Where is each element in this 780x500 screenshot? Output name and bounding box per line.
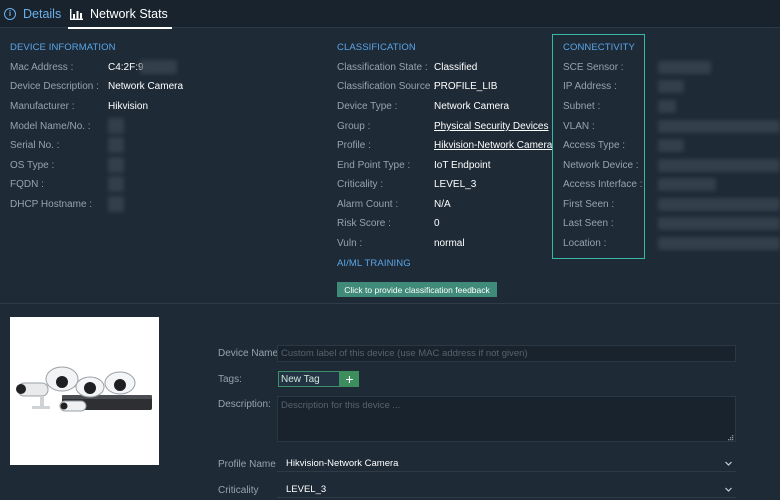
bar-chart-icon [70,8,83,20]
tab-bar: i Details Network Stats [0,0,780,29]
alarm-count-label: Alarm Count : [337,199,399,210]
redacted-sce-sensor [658,61,711,74]
redacted-access-interface [658,178,716,191]
new-tag-input[interactable]: New Tag [278,371,340,387]
sce-sensor-label: SCE Sensor : [563,62,624,73]
manufacturer-value: Hikvision [108,101,149,112]
profile-name-label: Profile Name [218,459,276,470]
profile-name-select[interactable]: Hikvision-Network Camera [277,455,736,472]
aiml-training-title: AI/ML TRAINING [337,258,411,269]
classification-feedback-button[interactable]: Click to provide classification feedback [337,282,497,297]
mac-address-value: C4:2F:9 [108,62,144,73]
connectivity-title: CONNECTIVITY [563,42,635,53]
redacted-network-device [658,159,780,172]
device-image [10,317,159,465]
redacted-vlan [658,120,780,133]
classification-source-label: Classification Source : [337,81,436,92]
profile-label: Profile : [337,140,371,151]
group-label: Group : [337,121,371,132]
risk-score-label: Risk Score : [337,218,391,229]
end-point-type-label: End Point Type : [337,160,411,171]
description-label: Description: [218,399,271,410]
chevron-down-icon [725,461,732,466]
redacted-serial-no [108,137,124,153]
device-name-input[interactable] [277,345,736,362]
redacted-ip-address [658,80,684,93]
redacted-fqdn [108,176,124,192]
last-seen-label: Last Seen : [563,218,614,229]
group-link[interactable]: Physical Security Devices [434,121,548,132]
alarm-count-value: N/A [434,199,451,210]
tab-network-stats-label: Network Stats [90,7,168,21]
dhcp-hostname-label: DHCP Hostname : [10,199,93,210]
end-point-type-value: IoT Endpoint [434,160,491,171]
mac-address-label: Mac Address : [10,62,74,73]
classification-state-label: Classification State : [337,62,428,73]
tab-details-label: Details [23,7,62,21]
subnet-label: Subnet : [563,101,601,112]
redacted-first-seen [658,198,780,211]
device-description-value: Network Camera [108,81,184,92]
manufacturer-label: Manufacturer : [10,101,75,112]
chevron-down-icon [725,487,732,492]
redacted-mac-suffix [140,60,177,74]
info-circle-icon: i [4,8,16,20]
risk-score-value: 0 [434,218,440,229]
redacted-dhcp-hostname [108,196,124,212]
classification-title: CLASSIFICATION [337,42,416,53]
tab-details[interactable]: i Details [4,0,61,28]
classification-state-value: Classified [434,62,478,73]
device-information-title: DEVICE INFORMATION [10,42,116,53]
criticality-select[interactable]: LEVEL_3 [277,481,736,498]
fqdn-label: FQDN : [10,179,44,190]
add-tag-button[interactable]: + [340,371,359,387]
os-type-label: OS Type : [10,160,55,171]
device-name-label: Device Name: [218,348,281,359]
vuln-value: normal [434,238,465,249]
section-divider [0,303,780,304]
profile-link[interactable]: Hikvision-Network Camera [434,140,552,151]
resize-grip-icon[interactable] [728,435,734,441]
first-seen-label: First Seen : [563,199,615,210]
redacted-last-seen [658,217,780,230]
tab-network-stats[interactable]: Network Stats [68,0,172,29]
device-type-value: Network Camera [434,101,510,112]
criticality-value: LEVEL_3 [434,179,477,190]
plus-icon: + [345,371,354,387]
redacted-model-name [108,118,124,134]
access-type-label: Access Type : [563,140,626,151]
model-name-label: Model Name/No. : [10,121,91,132]
serial-no-label: Serial No. : [10,140,60,151]
tags-label: Tags: [218,374,242,385]
network-device-label: Network Device : [563,160,639,171]
criticality-form-label: Criticality [218,485,259,496]
vuln-label: Vuln : [337,238,363,249]
network-camera-illustration [16,366,152,412]
access-interface-label: Access Interface : [563,179,643,190]
criticality-selected: LEVEL_3 [286,483,327,495]
device-type-label: Device Type : [337,101,398,112]
criticality-label: Criticality : [337,179,384,190]
redacted-access-type [658,139,684,152]
redacted-subnet [658,100,676,113]
classification-source-value: PROFILE_LIB [434,81,498,92]
redacted-location [658,237,780,250]
location-label: Location : [563,238,607,249]
device-description-label: Device Description : [10,81,99,92]
description-textarea[interactable] [277,396,736,442]
profile-name-selected: Hikvision-Network Camera [286,457,399,469]
ip-address-label: IP Address : [563,81,617,92]
vlan-label: VLAN : [563,121,595,132]
redacted-os-type [108,157,124,173]
